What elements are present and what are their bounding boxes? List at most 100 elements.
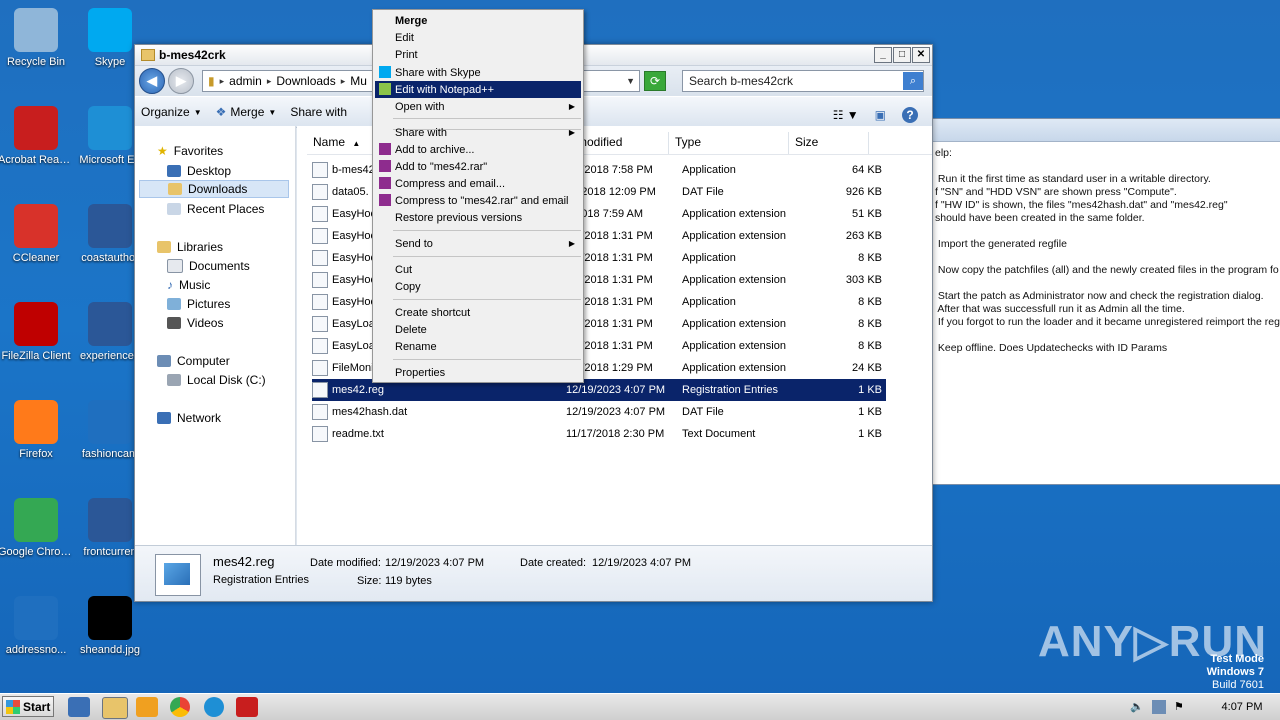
file-size: 303 KB [845, 274, 882, 286]
menu-item-edit-with-notepad[interactable]: Edit with Notepad++ [375, 81, 581, 98]
nav-desktop[interactable]: Desktop [167, 162, 231, 180]
background-text-window[interactable]: elp: Run it the first time as standard u… [926, 118, 1280, 485]
skype-icon [379, 66, 391, 78]
forward-button[interactable]: ▶ [168, 68, 194, 94]
column-size[interactable]: Size [789, 132, 869, 154]
nav-downloads[interactable]: Downloads [139, 180, 289, 198]
nav-computer[interactable]: Computer [157, 352, 230, 370]
file-type: Application extension [682, 274, 786, 286]
menu-item-edit[interactable]: Edit [375, 29, 581, 46]
libraries-icon [157, 241, 171, 253]
file-name: mes42.reg [332, 384, 384, 396]
refresh-icon[interactable]: ⟳ [644, 71, 666, 91]
menu-item-restore-previous-versions[interactable]: Restore previous versions [375, 209, 581, 226]
nav-recent-places[interactable]: Recent Places [167, 200, 264, 218]
breadcrumb-downloads[interactable]: Downloads [271, 74, 340, 88]
app-icon [312, 250, 328, 266]
menu-item-add-to-archive[interactable]: Add to archive... [375, 141, 581, 158]
share-with-button[interactable]: Share with [290, 105, 347, 119]
desktop-icon-12[interactable]: addressno... [0, 596, 74, 657]
nav-music[interactable]: ♪ Music [167, 276, 210, 294]
help-icon[interactable]: ? [902, 107, 918, 123]
back-button[interactable]: ◀ [139, 68, 165, 94]
menu-item-label: Compress to "mes42.rar" and email [395, 194, 569, 207]
ie-icon[interactable] [68, 697, 90, 717]
desktop-icon-6[interactable]: FileZilla Client [0, 302, 74, 363]
folder-icon: ▮ [208, 74, 215, 88]
edge-taskbar-icon[interactable] [204, 697, 224, 717]
file-row[interactable]: mes42hash.dat 12/19/2023 4:07 PM DAT File 1… [312, 401, 886, 423]
nav-documents[interactable]: Documents [167, 257, 250, 275]
menu-item-open-with[interactable]: Open with ▶ [375, 98, 581, 115]
nav-pictures[interactable]: Pictures [167, 295, 230, 313]
breadcrumb-current[interactable]: Mu [345, 74, 372, 88]
dll-icon [312, 228, 328, 244]
nav-local-disk[interactable]: Local Disk (C:) [167, 371, 266, 389]
windows-logo-icon [6, 699, 20, 714]
menu-item-create-shortcut[interactable]: Create shortcut [375, 304, 581, 321]
close-button[interactable]: ✕ [912, 47, 930, 63]
menu-item-rename[interactable]: Rename [375, 338, 581, 355]
nav-favorites[interactable]: ★ Favorites [157, 142, 223, 160]
file-name: EasyLoa [332, 318, 375, 330]
desktop-icon-2[interactable]: Acrobat Reader DC [0, 106, 74, 167]
menu-item-copy[interactable]: Copy [375, 278, 581, 295]
file-name: EasyHoc [332, 274, 377, 286]
preview-pane-icon[interactable]: ▣ [875, 108, 886, 122]
menu-item-send-to[interactable]: Send to ▶ [375, 235, 581, 252]
menu-item-label: Cut [395, 263, 413, 276]
search-input[interactable]: Search b-mes42crk [683, 74, 793, 88]
file-row[interactable]: readme.txt 11/17/2018 2:30 PM Text Documen… [312, 423, 886, 445]
nav-videos[interactable]: Videos [167, 314, 223, 332]
details-created-label: Date created: [520, 557, 587, 569]
menu-item-merge[interactable]: Merge [375, 12, 581, 29]
menu-item-share-with-skype[interactable]: Share with Skype [375, 64, 581, 81]
menu-item-cut[interactable]: Cut [375, 261, 581, 278]
chevron-down-icon[interactable]: ▼ [626, 76, 639, 86]
search-icon[interactable]: ⌕ [903, 72, 923, 90]
desktop-icon-4[interactable]: CCleaner [0, 204, 74, 265]
start-button[interactable]: Start [2, 696, 54, 717]
explorer-taskbar-icon[interactable] [102, 697, 128, 719]
desktop-icon-13[interactable]: sheandd.jpg [72, 596, 148, 657]
app-taskbar-icon[interactable] [236, 697, 258, 717]
chrome-taskbar-icon[interactable] [170, 697, 190, 717]
search-box[interactable]: Search b-mes42crk ⌕ [682, 70, 924, 92]
sort-ascending-icon: ▲ [352, 139, 361, 148]
view-options-icon[interactable]: ☷ ▼ [833, 108, 859, 122]
desktop-icon-0[interactable]: Recycle Bin [0, 8, 74, 69]
file-size: 8 KB [858, 296, 882, 308]
menu-item-share-with[interactable]: Share with ▶ [375, 124, 581, 141]
nav-libraries[interactable]: Libraries [157, 238, 223, 256]
desktop-icon-label: FileZilla Client [1, 350, 71, 362]
file-type: Text Document [682, 428, 756, 440]
menu-item-delete[interactable]: Delete [375, 321, 581, 338]
clock[interactable]: 4:07 PM [1214, 701, 1270, 713]
breadcrumb-admin[interactable]: admin [224, 74, 267, 88]
file-type: Application extension [682, 230, 786, 242]
column-size-label: Size [795, 135, 819, 149]
menu-separator [393, 118, 581, 119]
column-type[interactable]: Type [669, 132, 789, 154]
network-tray-icon[interactable] [1152, 700, 1166, 714]
media-player-icon[interactable] [136, 697, 158, 717]
organize-button[interactable]: Organize ▼ [141, 105, 202, 119]
speaker-icon[interactable]: 🔈 [1130, 700, 1144, 714]
menu-item-print[interactable]: Print [375, 46, 581, 63]
menu-item-compress-and-email[interactable]: Compress and email... [375, 175, 581, 192]
menu-item-properties[interactable]: Properties [375, 364, 581, 381]
background-window-titlebar[interactable] [927, 119, 1280, 142]
merge-button[interactable]: ❖ Merge ▼ [216, 105, 277, 119]
flag-icon[interactable]: ⚑ [1174, 700, 1188, 714]
desktop-icon-8[interactable]: Firefox [0, 400, 74, 461]
menu-item-compress-to-mes42-rar-and-email[interactable]: Compress to "mes42.rar" and email [375, 192, 581, 209]
minimize-button[interactable]: _ [874, 47, 892, 63]
file-name: b-mes42 [332, 164, 375, 176]
details-size-label: Size: [357, 575, 382, 587]
text-file-icon [312, 426, 328, 442]
menu-item-add-to-mes42-rar[interactable]: Add to "mes42.rar" [375, 158, 581, 175]
maximize-button[interactable]: □ [893, 47, 911, 63]
nav-network[interactable]: Network [157, 409, 221, 427]
desktop-icon-label: CCleaner [12, 252, 60, 264]
desktop-icon-10[interactable]: Google Chrome [0, 498, 74, 559]
